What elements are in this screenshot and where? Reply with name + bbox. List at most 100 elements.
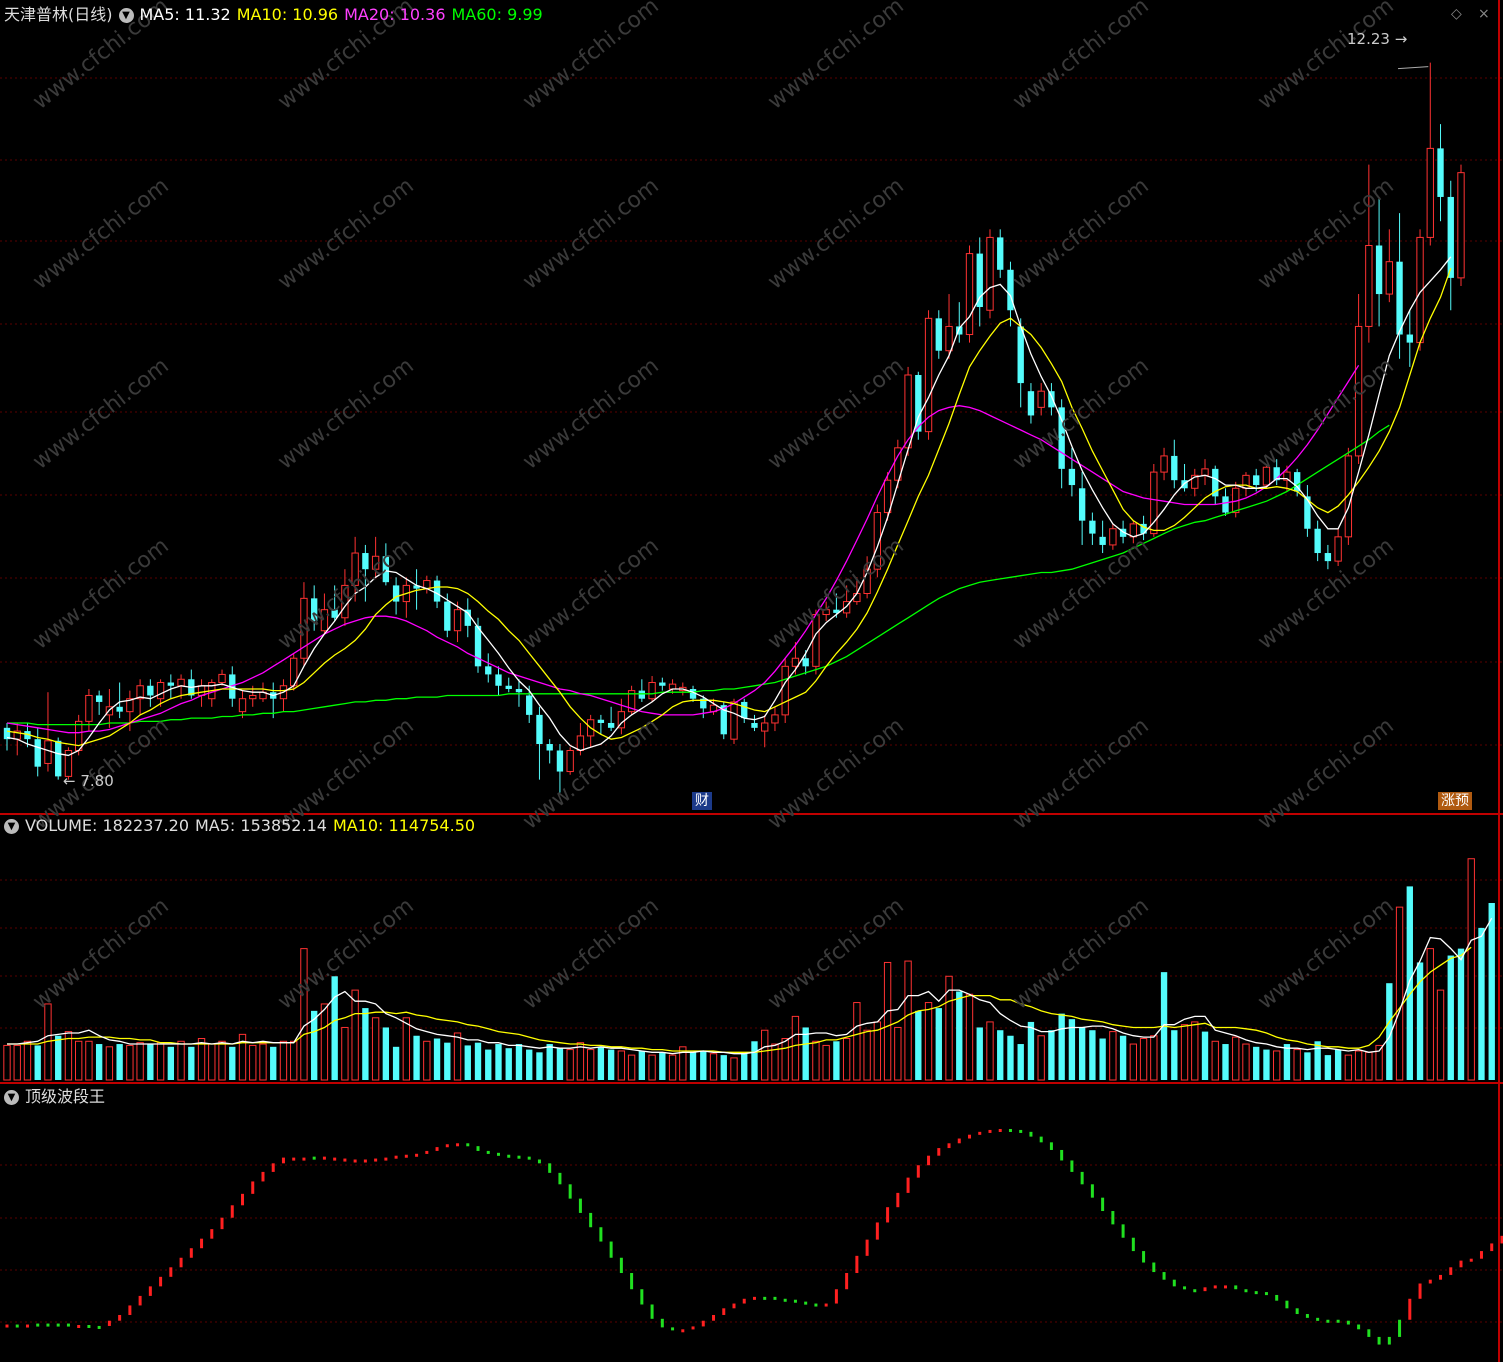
- wave-segment: [148, 1286, 152, 1296]
- volume-bar-up: [1139, 1038, 1148, 1081]
- wave-segment: [36, 1323, 40, 1327]
- wave-segment: [66, 1323, 70, 1327]
- wave-segment: [261, 1171, 265, 1182]
- candle-body-down: [1314, 528, 1321, 554]
- candle-body-down: [1396, 261, 1403, 335]
- wave-segment: [1275, 1294, 1279, 1301]
- wave-segment: [589, 1212, 593, 1228]
- volume-bar-down: [270, 1046, 277, 1080]
- wave-segment: [251, 1181, 255, 1194]
- volume-bar-down: [382, 1027, 390, 1080]
- volume-bar-up: [85, 1040, 93, 1081]
- wave-segment: [1213, 1285, 1217, 1289]
- volume-bar-up: [781, 1038, 789, 1081]
- volume-bar-up: [1109, 1031, 1117, 1081]
- finance-tag[interactable]: 财: [692, 792, 712, 810]
- candle-body-down: [116, 706, 123, 712]
- volume-bar-down: [1263, 1049, 1270, 1080]
- close-icon[interactable]: ×: [1478, 6, 1490, 22]
- wave-segment: [783, 1298, 787, 1302]
- volume-bar-down: [1007, 1035, 1014, 1080]
- volume-bar-down: [1314, 1041, 1321, 1080]
- high-price-label: 12.23 →: [1347, 30, 1408, 48]
- wave-segment: [138, 1295, 142, 1306]
- wave-segment: [578, 1198, 582, 1213]
- volume-bar-down: [607, 1049, 615, 1080]
- volume-bar-down: [1334, 1049, 1342, 1080]
- volume-bar-down: [1324, 1055, 1332, 1080]
- dropdown-icon[interactable]: ▼: [118, 8, 134, 23]
- wave-segment: [1070, 1160, 1074, 1172]
- volume-bar-down: [1447, 955, 1454, 1080]
- wave-segment: [630, 1273, 634, 1290]
- candle-body-down: [935, 318, 942, 351]
- volume-bar-up: [320, 1003, 329, 1081]
- wave-segment: [660, 1318, 664, 1328]
- wave-segment: [619, 1257, 623, 1274]
- candle-body-down: [1253, 475, 1260, 486]
- ma20-label: MA20: 10.36: [344, 5, 446, 24]
- volume-bar-up: [126, 1044, 134, 1081]
- diamond-icon[interactable]: ◇: [1451, 6, 1462, 22]
- wave-segment: [773, 1296, 777, 1300]
- volume-bar-up: [1180, 1024, 1189, 1081]
- wave-segment: [97, 1325, 101, 1329]
- wave-segment: [742, 1298, 746, 1304]
- volume-bar-up: [402, 1017, 411, 1081]
- candle-body-up: [566, 749, 574, 773]
- candle-body-down: [741, 701, 748, 719]
- volume-bar-up: [627, 1054, 636, 1081]
- dropdown-icon[interactable]: ▼: [4, 819, 19, 834]
- volume-bar-down: [474, 1042, 482, 1080]
- forecast-tag[interactable]: 涨预: [1438, 792, 1472, 810]
- dropdown-icon[interactable]: ▼: [4, 1090, 19, 1105]
- volume-bar-down: [444, 1042, 451, 1080]
- volume-bar-up: [453, 1032, 462, 1081]
- volume-bar-down: [147, 1044, 154, 1080]
- stock-chart[interactable]: www.cfchi.com www.cfchi.com www.cfchi.com w…: [0, 0, 1503, 1362]
- wave-segment: [322, 1156, 326, 1160]
- candle-body-up: [1385, 261, 1393, 295]
- volume-bar-down: [1058, 1013, 1065, 1080]
- wave-segment: [15, 1324, 19, 1328]
- wave-segment: [496, 1152, 500, 1156]
- wave-segment: [1469, 1258, 1473, 1262]
- candle-body-down: [1017, 326, 1024, 384]
- wave-segment: [1142, 1251, 1146, 1263]
- volume-bar-up: [1129, 1043, 1138, 1081]
- candle-body-up: [730, 701, 738, 740]
- volume-bar-up: [249, 1044, 257, 1081]
- volume-bar-up: [894, 1026, 902, 1081]
- volume-bar-down: [188, 1046, 195, 1080]
- wave-segment: [353, 1159, 357, 1163]
- wave-segment: [1101, 1197, 1105, 1212]
- candle-body-down: [1078, 488, 1086, 521]
- wave-segment: [681, 1329, 685, 1333]
- candle-body-up: [945, 325, 953, 352]
- low-price-label: ← 7.80: [63, 772, 114, 790]
- watermark-text: www.cfchi.com: [1008, 713, 1153, 834]
- candle-body-up: [986, 236, 994, 311]
- wave-segment: [1326, 1319, 1330, 1323]
- volume-bar-up: [986, 1021, 994, 1081]
- wave-segment: [374, 1158, 378, 1162]
- candle-body-up: [453, 609, 462, 632]
- volume-ma10-line: [7, 946, 1472, 1053]
- watermark-text: www.cfchi.com: [763, 713, 908, 834]
- wave-segment: [1029, 1131, 1033, 1137]
- volume-bar-up: [177, 1040, 185, 1081]
- candle-body-up: [648, 682, 656, 700]
- wave-segment: [56, 1323, 60, 1327]
- wave-segment: [189, 1248, 193, 1258]
- volume-bar-down: [956, 991, 963, 1080]
- watermark-text: www.cfchi.com: [28, 533, 173, 654]
- wave-segment: [1049, 1142, 1053, 1150]
- volume-bar-down: [556, 1048, 564, 1080]
- wave-segment: [947, 1143, 951, 1149]
- watermark-text: www.cfchi.com: [1253, 533, 1398, 654]
- volume-bar-up: [1211, 1040, 1219, 1081]
- volume-bar-down: [1253, 1046, 1260, 1080]
- volume-bar-down: [689, 1052, 697, 1080]
- candle-body-up: [156, 682, 165, 700]
- wave-segment: [1223, 1285, 1227, 1289]
